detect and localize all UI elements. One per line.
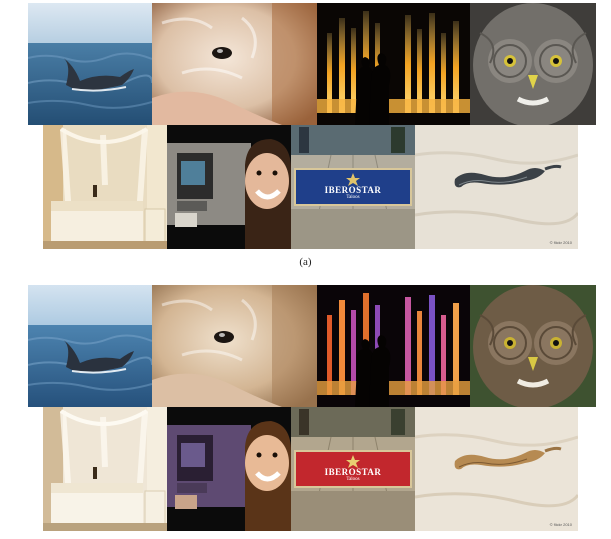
furry-animal-photo-b	[152, 285, 317, 407]
figure: IBEROSTAR Taloos © flickr 2010 (a) IBERO…	[0, 0, 611, 539]
mat-subtitle-text: Taloos	[346, 195, 360, 200]
snake-on-sand-photo-b: © flickr 2010	[415, 407, 578, 531]
mat-title-text: IBEROSTAR	[324, 185, 382, 195]
snake-on-sand-photo-a: © flickr 2010	[415, 125, 578, 249]
fountain-silhouette-photo-b	[317, 285, 470, 407]
mat-subtitle-text: Taloos	[346, 477, 360, 482]
subfigure-label-a: (a)	[299, 256, 312, 268]
canopy-bedroom-photo-b	[43, 407, 167, 531]
whale-photo-a	[28, 3, 152, 125]
owl-photo-a	[470, 3, 596, 125]
fountain-silhouette-photo-a	[317, 3, 470, 125]
whale-photo-b	[28, 285, 152, 407]
atm-woman-photo-b	[167, 407, 291, 531]
iberostar-mat-photo-b: IBEROSTAR Taloos	[291, 407, 415, 531]
photo-credit-text: © flickr 2010	[549, 522, 572, 527]
mat-title-text: IBEROSTAR	[324, 467, 382, 477]
photo-credit-text: © flickr 2010	[549, 240, 572, 245]
atm-woman-photo-a	[167, 125, 291, 249]
iberostar-mat-photo-a: IBEROSTAR Taloos	[291, 125, 415, 249]
owl-photo-b	[470, 285, 596, 407]
canopy-bedroom-photo-a	[43, 125, 167, 249]
furry-animal-photo-a	[152, 3, 317, 125]
